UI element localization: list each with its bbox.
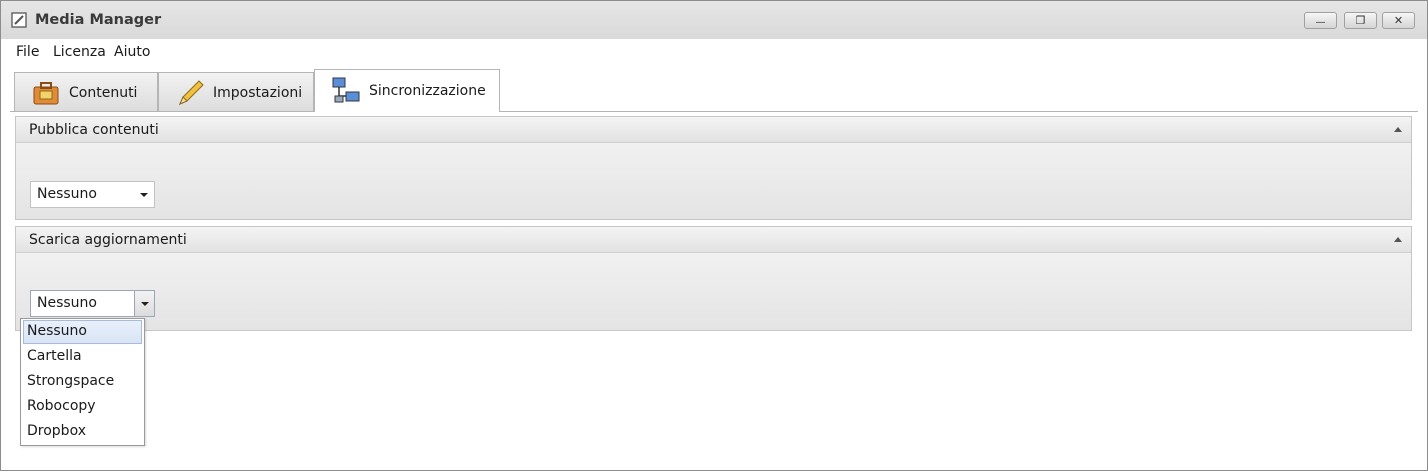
minimize-icon: — [1315, 17, 1326, 28]
minimize-button[interactable]: — [1304, 12, 1337, 29]
tab-sincronizzazione[interactable]: Sincronizzazione [314, 69, 500, 112]
dropdown-option-cartella[interactable]: Cartella [23, 345, 142, 369]
collapse-icon[interactable] [1394, 127, 1402, 132]
menu-bar: File Licenza Aiuto [1, 39, 1427, 65]
dropdown-option-dropbox[interactable]: Dropbox [23, 420, 142, 444]
menu-aiuto[interactable]: Aiuto [114, 44, 150, 60]
group-title: Scarica aggiornamenti [29, 232, 187, 248]
close-icon: ✕ [1393, 14, 1404, 27]
window-title: Media Manager [35, 12, 162, 28]
group-scarica-aggiornamenti: Scarica aggiornamenti Nessuno [15, 226, 1412, 331]
dropdown-option-nessuno[interactable]: Nessuno [23, 320, 142, 344]
menu-file[interactable]: File [16, 44, 39, 60]
publish-method-select[interactable]: Nessuno [30, 181, 155, 208]
app-window: Media Manager — ❐ ✕ File Licenza Aiuto C… [0, 0, 1428, 471]
chevron-down-icon [141, 302, 149, 306]
dropdown-option-strongspace[interactable]: Strongspace [23, 370, 142, 394]
restore-button[interactable]: ❐ [1344, 12, 1377, 29]
briefcase-icon [33, 81, 59, 104]
app-edit-icon [11, 12, 27, 28]
download-method-select[interactable]: Nessuno [30, 290, 155, 317]
dropdown-option-robocopy[interactable]: Robocopy [23, 395, 142, 419]
tab-impostazioni[interactable]: Impostazioni [158, 72, 314, 112]
group-pubblica-contenuti: Pubblica contenuti Nessuno [15, 116, 1412, 220]
pencil-icon [179, 79, 204, 105]
collapse-icon[interactable] [1394, 237, 1402, 242]
group-header[interactable]: Scarica aggiornamenti [16, 227, 1411, 253]
title-bar[interactable]: Media Manager — ❐ ✕ [1, 1, 1427, 39]
tab-label: Impostazioni [213, 84, 303, 101]
tab-label: Contenuti [69, 84, 138, 101]
network-computers-icon [332, 77, 360, 103]
select-value: Nessuno [37, 295, 97, 311]
menu-licenza[interactable]: Licenza [53, 44, 106, 60]
group-title: Pubblica contenuti [29, 122, 159, 138]
tab-contenuti[interactable]: Contenuti [14, 72, 158, 112]
select-value: Nessuno [37, 186, 97, 202]
close-button[interactable]: ✕ [1382, 12, 1415, 29]
tab-label: Sincronizzazione [369, 83, 486, 99]
group-header[interactable]: Pubblica contenuti [16, 117, 1411, 143]
dropdown-list: Nessuno Cartella Strongspace Robocopy Dr… [20, 318, 145, 446]
dropdown-toggle-button[interactable] [134, 290, 155, 317]
restore-icon: ❐ [1355, 14, 1366, 27]
chevron-down-icon [140, 193, 148, 197]
